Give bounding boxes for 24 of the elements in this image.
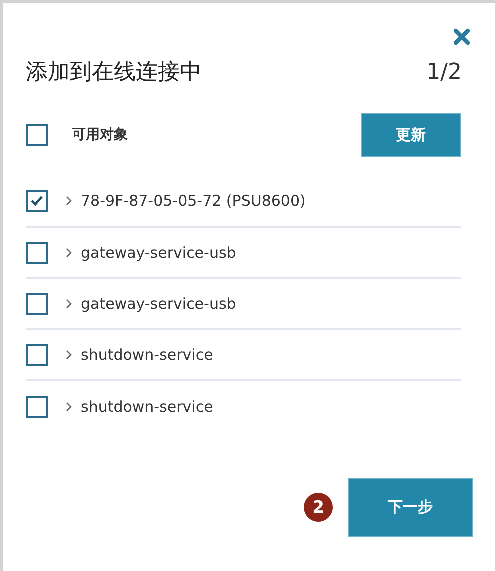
next-button[interactable]: 下一步 — [348, 478, 473, 537]
select-all-label: 可用对象 — [72, 126, 129, 144]
chevron-icon[interactable] — [65, 298, 73, 308]
dialog-title: 添加到在线连接中 — [26, 59, 202, 87]
item-label: gateway-service-usb — [81, 244, 236, 262]
checkbox[interactable] — [26, 124, 48, 146]
close-icon[interactable] — [453, 28, 471, 46]
checkbox[interactable] — [26, 344, 48, 366]
checkbox[interactable] — [26, 292, 48, 314]
step-counter: 1/2 — [426, 60, 462, 84]
step-marker: 2 — [304, 493, 333, 522]
chevron-icon[interactable] — [65, 350, 73, 360]
refresh-button[interactable]: 更新 — [361, 113, 461, 157]
checkmark-icon — [30, 194, 44, 206]
checkbox[interactable] — [26, 190, 48, 212]
chevron-icon[interactable] — [65, 248, 73, 258]
chevron-icon[interactable] — [65, 196, 73, 206]
item-label: shutdown-service — [81, 398, 214, 416]
checkbox[interactable] — [26, 242, 48, 264]
checkbox[interactable] — [26, 396, 48, 418]
item-label: gateway-service-usb — [81, 294, 236, 312]
chevron-icon[interactable] — [65, 402, 73, 412]
item-label: 78-9F-87-05-05-72 (PSU8600) — [81, 192, 306, 210]
item-label: shutdown-service — [81, 346, 214, 364]
